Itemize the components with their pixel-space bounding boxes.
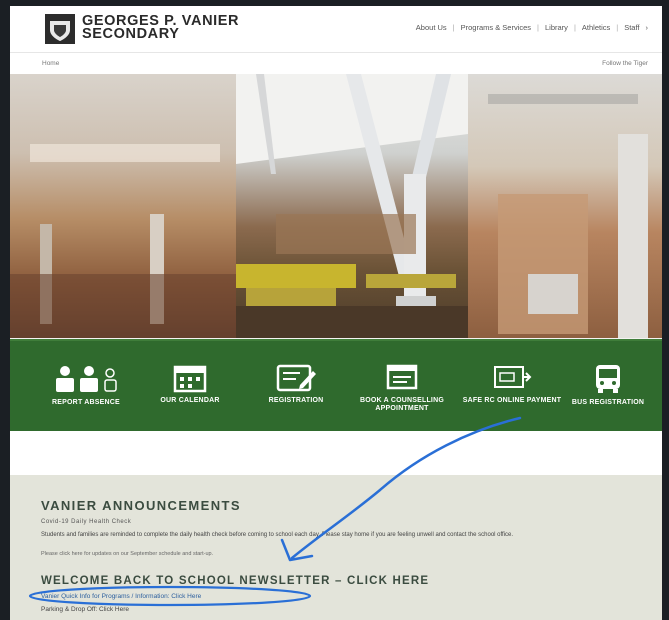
announcements-subtitle: Covid-19 Daily Health Check [41,519,132,525]
quick-link-bus[interactable]: Bus Registration [558,363,658,407]
calendar-icon [173,365,207,393]
browser-page: GEORGES P. VANIER SECONDARY About Us | P… [10,6,662,620]
breadcrumb-home[interactable]: Home [42,60,59,67]
quick-link-label: Safe RC Online Payment [462,397,562,404]
nav-programs[interactable]: Programs & Services [461,23,531,32]
announcements-text: Students and families are reminded to co… [41,532,514,538]
sub-bar: Home Follow the Tiger [10,52,662,74]
nav-separator: | [452,23,455,32]
quick-link-label: Bus Registration [571,399,645,406]
follow-link[interactable]: Follow the Tiger [602,60,648,67]
atrium-illustration [236,74,468,338]
quick-links-bar: Report Absence Our Calendar Registration [10,339,662,431]
nav-library[interactable]: Library [545,23,568,32]
nav-separator: | [537,23,539,32]
bus-icon [596,365,620,393]
counselling-icon [386,364,418,390]
nav-athletics[interactable]: Athletics [582,23,610,32]
hero-panel-center [236,74,468,338]
school-logo[interactable] [44,13,76,45]
quick-info-link[interactable]: Vanier Quick Info for Programs / Informa… [41,593,201,600]
spacer [10,431,662,475]
nav-more-icon[interactable]: › [646,23,649,32]
parking-link[interactable]: Parking & Drop Off: Click Here [41,606,129,613]
announcements-section: VANIER ANNOUNCEMENTS Covid-19 Daily Heal… [10,475,662,620]
quick-link-online-payment[interactable]: Safe RC Online Payment [462,363,562,405]
nav-separator: | [616,23,619,32]
quick-link-registration[interactable]: Registration [246,363,346,405]
hero-panel-left [10,74,236,338]
hero-panel-right [468,74,662,338]
announcements-text-secondary[interactable]: Please click here for updates on our Sep… [41,551,371,557]
hero-image [10,74,662,338]
newsletter-link[interactable]: WELCOME BACK TO SCHOOL NEWSLETTER – CLIC… [41,575,429,587]
quick-link-label: Report Absence [52,399,120,406]
nav-staff[interactable]: Staff [624,23,639,32]
nav-separator: | [573,23,576,32]
school-name[interactable]: GEORGES P. VANIER SECONDARY [82,14,239,42]
quick-link-report-absence[interactable]: Report Absence [36,363,136,407]
quick-link-label: Our Calendar [160,397,220,404]
nav-about[interactable]: About Us [416,23,447,32]
top-navigation: About Us | Programs & Services | Library… [416,23,648,32]
report-absence-icon [56,366,117,392]
school-name-line2: SECONDARY [82,26,180,42]
quick-link-label: Registration [268,397,324,404]
online-payment-icon [494,366,532,388]
quick-link-calendar[interactable]: Our Calendar [140,363,240,405]
registration-icon [276,364,316,392]
quick-link-label: Book a Counselling Appointment [360,397,444,412]
announcements-title: VANIER ANNOUNCEMENTS [41,498,241,513]
site-header: GEORGES P. VANIER SECONDARY About Us | P… [10,6,662,52]
quick-link-counselling[interactable]: Book a Counselling Appointment [352,363,452,413]
